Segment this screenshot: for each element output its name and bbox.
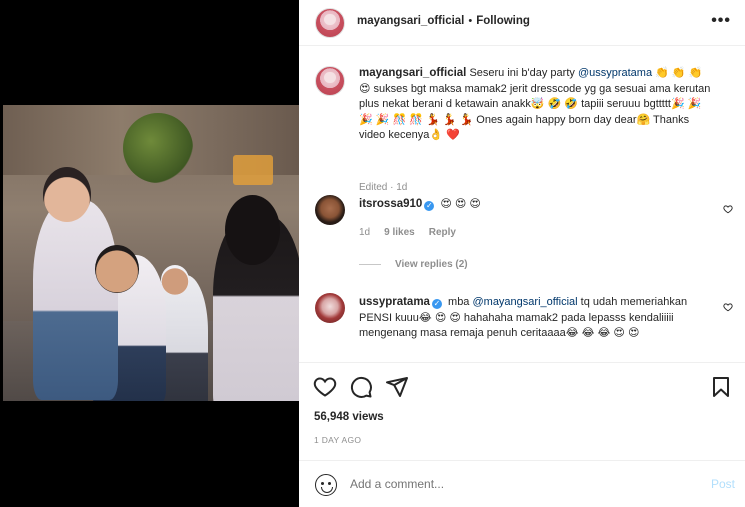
views-count[interactable]: 56,948 views bbox=[314, 411, 384, 423]
post-video[interactable] bbox=[3, 105, 299, 401]
comment-meta: 1d 9 likes Reply bbox=[359, 227, 609, 238]
media-pane bbox=[0, 0, 299, 507]
post-timestamp[interactable]: 1 DAY AGO bbox=[314, 435, 361, 445]
caption-username[interactable]: mayangsari_official bbox=[359, 67, 466, 79]
post-header: mayangsari_official • Following ••• bbox=[299, 0, 745, 46]
replies-divider bbox=[359, 263, 381, 265]
comment-body: mba bbox=[444, 296, 473, 308]
author-line: mayangsari_official • Following bbox=[357, 15, 530, 27]
commenter-username[interactable]: ussypratama bbox=[359, 296, 430, 308]
share-icon[interactable] bbox=[385, 375, 409, 399]
bookmark-icon[interactable] bbox=[709, 375, 733, 399]
verified-badge-icon: ✓ bbox=[431, 299, 442, 309]
view-replies-button[interactable]: View replies (2) bbox=[359, 259, 468, 270]
comment-like-heart-icon[interactable] bbox=[723, 302, 733, 312]
comment-text: itsrossa910 ✓ 😍 😍 😍 bbox=[359, 197, 714, 213]
caption-text: mayangsari_official Seseru ini b'day par… bbox=[359, 66, 714, 144]
author-username[interactable]: mayangsari_official bbox=[357, 15, 464, 27]
following-button[interactable]: Following bbox=[476, 15, 530, 27]
caption-avatar[interactable] bbox=[315, 66, 345, 96]
comments-list: mayangsari_official Seseru ini b'day par… bbox=[299, 47, 745, 360]
verified-badge-icon: ✓ bbox=[424, 201, 435, 211]
comment-mention[interactable]: @mayangsari_official bbox=[472, 296, 577, 308]
post-actions: 56,948 views 1 DAY AGO bbox=[299, 362, 745, 462]
separator-dot: • bbox=[468, 15, 473, 27]
commenter-avatar[interactable] bbox=[315, 195, 345, 225]
post-details-panel: mayangsari_official • Following ••• mayang… bbox=[299, 0, 745, 507]
caption-mention[interactable]: @ussypratama bbox=[578, 67, 652, 79]
comment-time: 1d bbox=[359, 227, 371, 238]
like-heart-icon[interactable] bbox=[313, 375, 337, 399]
comment-text: ussypratama ✓ mba @mayangsari_official tq… bbox=[359, 295, 714, 342]
comment-likes[interactable]: 9 likes bbox=[384, 227, 415, 238]
add-comment-bar: Post bbox=[299, 460, 745, 507]
post-comment-button[interactable]: Post bbox=[711, 477, 735, 491]
commenter-username[interactable]: itsrossa910 bbox=[359, 198, 422, 210]
instagram-post-modal: mayangsari_official • Following ••• mayang… bbox=[0, 0, 745, 507]
comment-body: 😍 😍 😍 bbox=[437, 198, 481, 210]
comment-icon[interactable] bbox=[349, 375, 373, 399]
view-replies-label: View replies (2) bbox=[395, 259, 468, 270]
commenter-avatar[interactable] bbox=[315, 293, 345, 323]
emoji-icon[interactable] bbox=[315, 474, 337, 496]
reply-button[interactable]: Reply bbox=[429, 227, 456, 238]
caption-body: Seseru ini b'day party bbox=[466, 67, 578, 79]
author-avatar[interactable] bbox=[315, 8, 345, 38]
caption-meta: Edited · 1d bbox=[359, 182, 408, 193]
add-comment-input[interactable] bbox=[350, 477, 650, 491]
more-options-icon[interactable]: ••• bbox=[711, 12, 731, 30]
comment-like-heart-icon[interactable] bbox=[723, 204, 733, 214]
